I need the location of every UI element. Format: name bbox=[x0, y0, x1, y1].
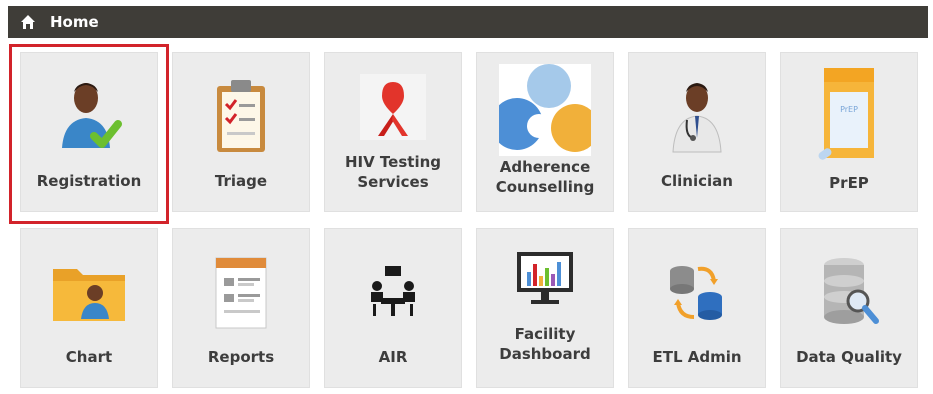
tile-chart[interactable]: Chart bbox=[20, 228, 158, 388]
report-icon bbox=[215, 257, 267, 329]
tile-label: Triage bbox=[214, 172, 268, 190]
tile-label: Data Quality bbox=[796, 348, 902, 366]
pill-bottle-icon: PrEP bbox=[818, 68, 874, 160]
tile-label: PrEP bbox=[829, 174, 869, 192]
tile-label: Registration bbox=[36, 172, 142, 190]
tile-registration[interactable]: Registration bbox=[20, 52, 158, 212]
registration-icon bbox=[62, 83, 122, 148]
tile-data-quality[interactable]: Data Quality bbox=[780, 228, 918, 388]
tile-label: Chart bbox=[65, 348, 113, 366]
home-icon[interactable] bbox=[20, 14, 36, 30]
tile-adherence[interactable]: Adherence Counselling bbox=[476, 52, 614, 212]
tile-air[interactable]: AIR bbox=[324, 228, 462, 388]
meeting-icon bbox=[371, 266, 415, 316]
clipboard-icon bbox=[217, 80, 265, 152]
tile-clinician[interactable]: Clinician bbox=[628, 52, 766, 212]
doctor-icon bbox=[672, 83, 722, 153]
tile-reports[interactable]: Reports bbox=[172, 228, 310, 388]
tile-facility-dashboard[interactable]: Facility Dashboard bbox=[476, 228, 614, 388]
tile-prep[interactable]: PrEP PrEP bbox=[780, 52, 918, 212]
tile-label: AIR bbox=[378, 348, 408, 366]
page-title: Home bbox=[50, 13, 99, 31]
tile-hiv-testing[interactable]: HIV Testing Services bbox=[324, 52, 462, 212]
tile-label: ETL Admin bbox=[652, 348, 742, 366]
tile-label: Reports bbox=[207, 348, 275, 366]
tile-label: Adherence Counselling bbox=[495, 158, 595, 196]
database-sync-icon bbox=[670, 266, 722, 320]
bottle-label: PrEP bbox=[840, 105, 858, 114]
monitor-chart-icon bbox=[517, 252, 573, 304]
database-search-icon bbox=[824, 258, 879, 324]
tile-label: Clinician bbox=[661, 172, 733, 190]
speech-bubbles-icon bbox=[499, 64, 591, 156]
tile-label: HIV Testing Services bbox=[344, 153, 442, 191]
tile-label: Facility Dashboard bbox=[499, 325, 591, 363]
header-bar: Home bbox=[8, 6, 928, 38]
ribbon-icon bbox=[360, 74, 426, 140]
folder-icon bbox=[53, 269, 125, 321]
tile-etl-admin[interactable]: ETL Admin bbox=[628, 228, 766, 388]
tile-triage[interactable]: Triage bbox=[172, 52, 310, 212]
